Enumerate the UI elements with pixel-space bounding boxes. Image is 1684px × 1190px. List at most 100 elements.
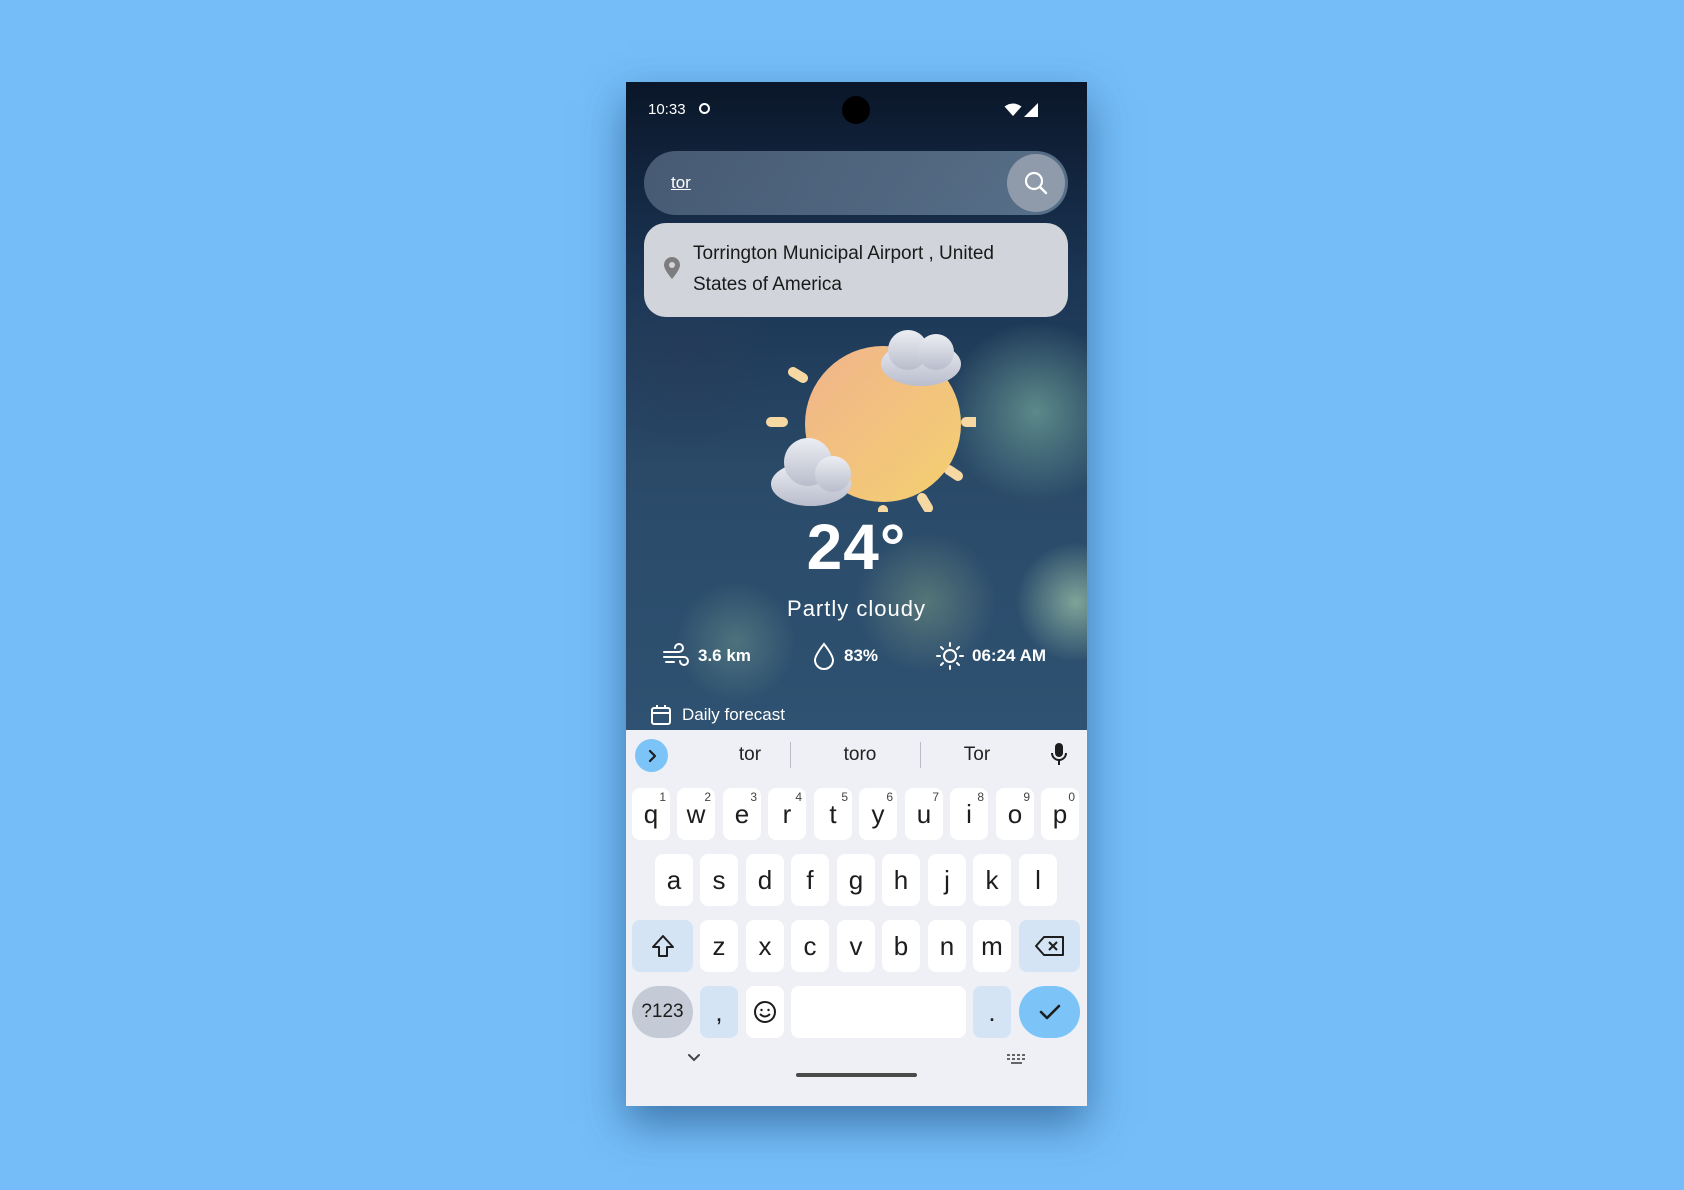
key-i[interactable]: i8 xyxy=(950,788,988,840)
data-saver-icon xyxy=(699,103,710,114)
search-icon xyxy=(1024,171,1048,195)
daily-forecast-header[interactable]: Daily forecast xyxy=(650,704,785,726)
humidity-stat: 83% xyxy=(812,642,878,670)
key-label: . xyxy=(988,996,996,1027)
search-input[interactable] xyxy=(671,171,991,195)
key-l[interactable]: l xyxy=(1019,854,1057,906)
key-j[interactable]: j xyxy=(928,854,966,906)
key-hint: 2 xyxy=(704,790,711,804)
key-m[interactable]: m xyxy=(973,920,1011,972)
sunrise-value: 06:24 AM xyxy=(972,646,1047,665)
key-hint: 9 xyxy=(1023,790,1030,804)
keyboard-switch-icon[interactable] xyxy=(1006,1052,1028,1066)
wind-value: 3.6 km xyxy=(698,646,751,665)
daily-forecast-label: Daily forecast xyxy=(682,705,785,724)
search-button[interactable] xyxy=(1007,154,1065,212)
wifi-icon xyxy=(1004,103,1022,116)
condition-label: Partly cloudy xyxy=(787,596,926,621)
expand-toolbar-button[interactable] xyxy=(635,739,668,772)
key-label: n xyxy=(939,930,955,961)
temperature: 24° xyxy=(806,511,907,583)
key-b[interactable]: b xyxy=(882,920,920,972)
key-x[interactable]: x xyxy=(746,920,784,972)
phone-screen: 10:33 Torrington Municipal Airport , Uni… xyxy=(626,82,1087,1106)
sunrise-sun-icon xyxy=(936,642,964,670)
key-p[interactable]: p0 xyxy=(1041,788,1079,840)
word-suggestion[interactable]: Tor xyxy=(931,744,1023,766)
backspace-key[interactable] xyxy=(1019,920,1080,972)
key-label: m xyxy=(981,930,1003,961)
key-label: v xyxy=(849,930,863,961)
key-y[interactable]: y6 xyxy=(859,788,897,840)
word-suggestion[interactable]: tor xyxy=(711,744,789,766)
key-label: h xyxy=(893,864,909,895)
home-indicator[interactable] xyxy=(796,1073,917,1077)
suggestion-divider xyxy=(790,742,791,768)
calendar-icon xyxy=(651,705,671,725)
word-suggestion[interactable]: toro xyxy=(801,744,919,766)
suggestion-label: Torrington Municipal Airport , United St… xyxy=(693,243,994,295)
suggestion-divider xyxy=(920,742,921,768)
shift-key[interactable] xyxy=(632,920,693,972)
key-hint: 1 xyxy=(659,790,666,804)
checkmark-icon xyxy=(1039,1004,1060,1020)
wind-icon xyxy=(663,643,689,666)
key-label: j xyxy=(944,864,950,895)
key-v[interactable]: v xyxy=(837,920,875,972)
key-hint: 6 xyxy=(886,790,893,804)
key-label: e xyxy=(734,798,750,829)
humidity-value: 83% xyxy=(844,646,879,665)
key-label: ?123 xyxy=(641,1001,684,1022)
search-bar xyxy=(644,151,1068,215)
key-label: u xyxy=(916,798,932,829)
symbols-key[interactable]: ?123 xyxy=(632,986,693,1038)
key-r[interactable]: r4 xyxy=(768,788,806,840)
key-q[interactable]: q1 xyxy=(632,788,670,840)
location-suggestion[interactable]: Torrington Municipal Airport , United St… xyxy=(644,223,1068,317)
key-f[interactable]: f xyxy=(791,854,829,906)
key-d[interactable]: d xyxy=(746,854,784,906)
key-k[interactable]: k xyxy=(973,854,1011,906)
key-label: c xyxy=(803,930,817,961)
emoji-key[interactable] xyxy=(746,986,784,1038)
comma-key[interactable]: , xyxy=(700,986,738,1038)
location-pin-icon xyxy=(664,257,680,279)
key-label: p xyxy=(1052,798,1068,829)
key-z[interactable]: z xyxy=(700,920,738,972)
key-w[interactable]: w2 xyxy=(677,788,715,840)
enter-key[interactable] xyxy=(1019,986,1080,1038)
key-label: o xyxy=(1007,798,1023,829)
key-c[interactable]: c xyxy=(791,920,829,972)
key-label: i xyxy=(966,798,972,829)
status-time: 10:33 xyxy=(648,101,686,118)
key-a[interactable]: a xyxy=(655,854,693,906)
key-label: w xyxy=(686,798,706,829)
key-label: k xyxy=(985,864,999,895)
emoji-icon xyxy=(754,1001,776,1023)
key-label: b xyxy=(893,930,909,961)
key-s[interactable]: s xyxy=(700,854,738,906)
key-n[interactable]: n xyxy=(928,920,966,972)
key-h[interactable]: h xyxy=(882,854,920,906)
key-g[interactable]: g xyxy=(837,854,875,906)
hide-keyboard-chevron-icon[interactable] xyxy=(686,1052,702,1064)
camera-cutout xyxy=(842,96,870,124)
key-label: , xyxy=(715,996,723,1027)
key-label: y xyxy=(871,798,885,829)
key-label: s xyxy=(712,864,726,895)
suggestion-strip: tor toro Tor xyxy=(626,730,1087,780)
period-key[interactable]: . xyxy=(973,986,1011,1038)
key-hint: 0 xyxy=(1068,790,1075,804)
key-o[interactable]: o9 xyxy=(996,788,1034,840)
microphone-icon[interactable] xyxy=(1051,742,1067,766)
key-t[interactable]: t5 xyxy=(814,788,852,840)
shift-icon xyxy=(651,935,674,957)
key-u[interactable]: u7 xyxy=(905,788,943,840)
space-key[interactable] xyxy=(791,986,966,1038)
sunrise-stat: 06:24 AM xyxy=(936,642,1046,670)
key-hint: 3 xyxy=(750,790,757,804)
key-label: a xyxy=(666,864,682,895)
key-label: r xyxy=(782,798,792,829)
key-e[interactable]: e3 xyxy=(723,788,761,840)
key-hint: 5 xyxy=(841,790,848,804)
